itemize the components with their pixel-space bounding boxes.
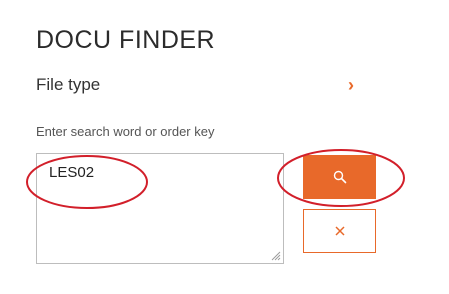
file-type-label: File type	[36, 75, 101, 94]
page-title: DOCU FINDER	[36, 26, 216, 54]
close-icon	[334, 226, 345, 236]
resize-handle-icon[interactable]	[269, 249, 281, 261]
search-icon	[333, 170, 346, 184]
file-type-selector[interactable]: File type ›	[36, 72, 358, 98]
chevron-right-icon: ›	[348, 74, 354, 95]
clear-button[interactable]	[303, 209, 376, 253]
search-input-value: LES02	[49, 164, 95, 181]
search-hint: Enter search word or order key	[36, 124, 215, 139]
search-button[interactable]	[303, 155, 376, 199]
search-input[interactable]: LES02	[36, 153, 284, 264]
